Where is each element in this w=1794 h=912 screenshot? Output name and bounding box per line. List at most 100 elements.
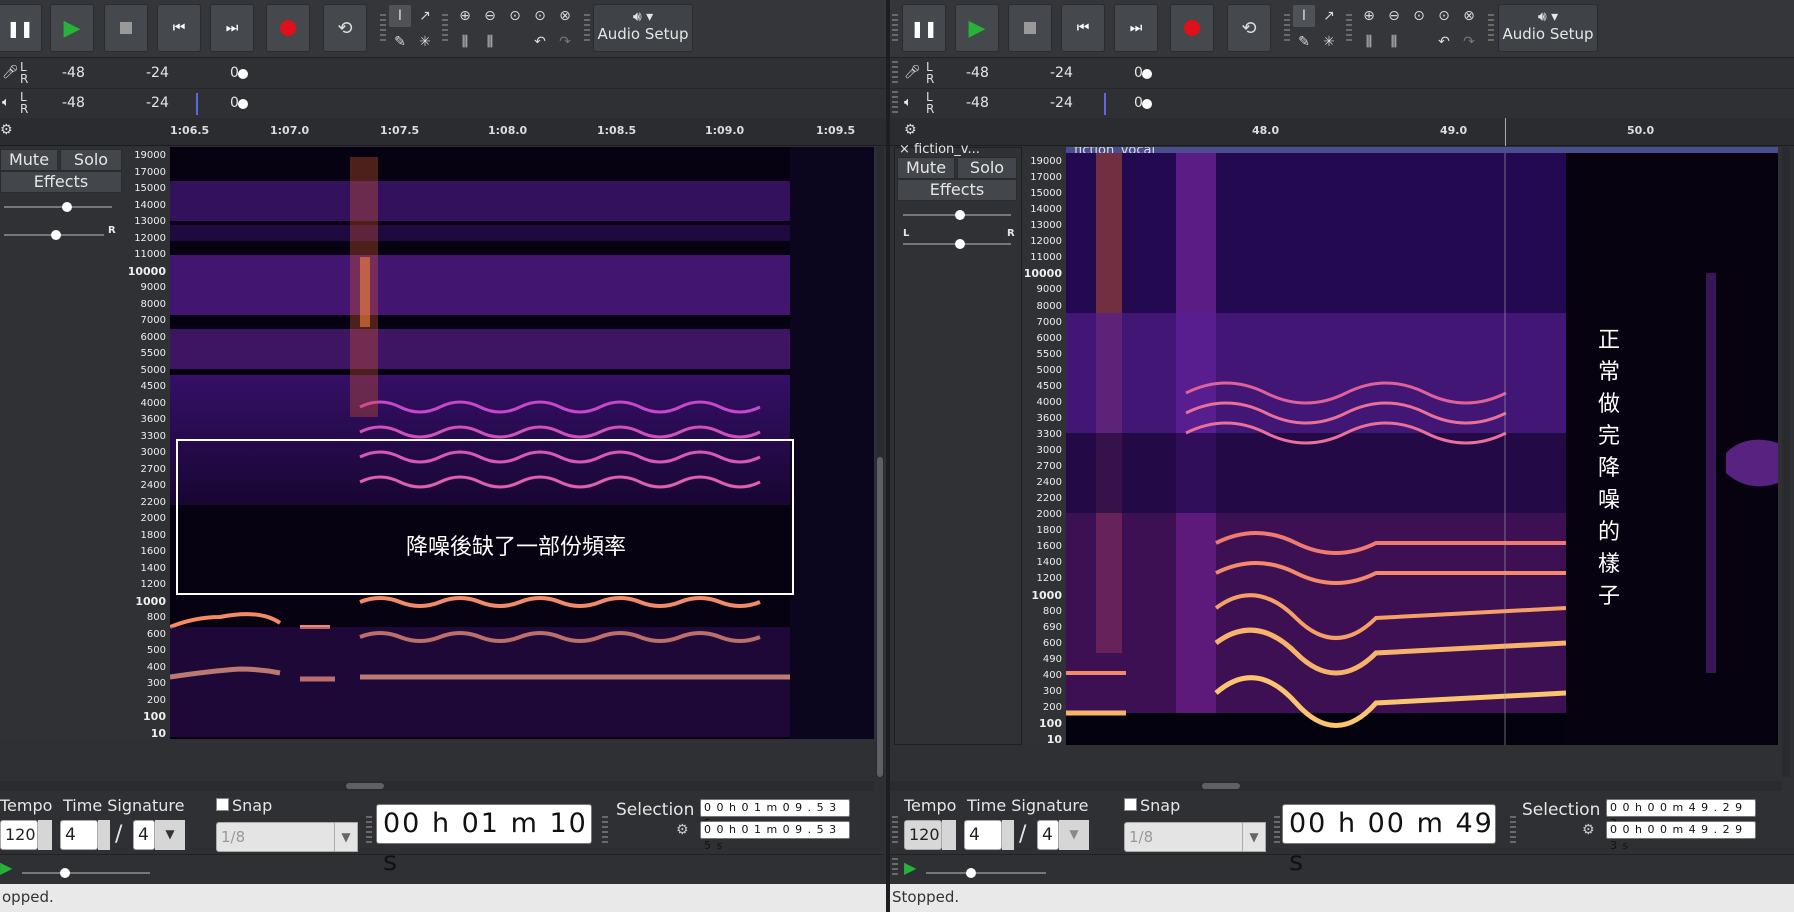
snap-select[interactable]: 1/8: [1124, 822, 1244, 852]
audio-setup-button[interactable]: 🔊︎ ▾ Audio Setup: [593, 4, 693, 52]
vertical-scrollbar[interactable]: [876, 147, 884, 777]
gear-icon[interactable]: ⚙: [0, 122, 13, 138]
zoom-out-icon[interactable]: ⊖: [479, 5, 501, 27]
solo-button[interactable]: Solo: [957, 157, 1017, 179]
pause-button[interactable]: ❚❚: [902, 4, 946, 52]
toolbar-grip[interactable]: [892, 14, 898, 44]
gear-icon[interactable]: ⚙: [676, 822, 689, 838]
toolbar-grip[interactable]: [892, 858, 898, 878]
slider-knob[interactable]: [966, 868, 976, 878]
time-display[interactable]: 00 h 01 m 10 s: [376, 804, 592, 877]
trim-icon[interactable]: ⫼: [454, 31, 476, 53]
fit-project-icon[interactable]: ⊙: [529, 5, 551, 27]
toolbar-grip[interactable]: [892, 91, 898, 115]
time-sig-top-stepper[interactable]: [98, 820, 110, 850]
zoom-in-icon[interactable]: ⊕: [454, 5, 476, 27]
playback-meter[interactable]: 🔈︎ LR -48 -24 0: [890, 89, 1794, 119]
snap-checkbox[interactable]: [1124, 798, 1137, 811]
play-at-speed-icon[interactable]: ▶: [904, 858, 916, 877]
mute-button[interactable]: Mute: [897, 157, 955, 179]
trim-icon[interactable]: ⫼: [1358, 31, 1380, 53]
chevron-down-icon[interactable]: ▼: [334, 822, 358, 852]
zoom-in-icon[interactable]: ⊕: [1358, 5, 1380, 27]
record-button[interactable]: [1170, 4, 1214, 52]
gear-icon[interactable]: ⚙: [904, 122, 917, 138]
draw-tool-icon[interactable]: ✎: [389, 31, 411, 53]
tempo-field[interactable]: 120: [0, 820, 38, 850]
audio-setup-button[interactable]: 🔊︎ ▾ Audio Setup: [1498, 4, 1598, 52]
selection-end-field[interactable]: 0 0 h 0 1 m 0 9 . 5 3 5 s: [700, 821, 850, 852]
time-sig-top-field[interactable]: 4: [964, 820, 1002, 850]
chevron-down-icon[interactable]: ▼: [155, 820, 185, 850]
slider-knob[interactable]: [51, 230, 61, 240]
recording-meter[interactable]: 🎤︎ LR -48 -24 0: [890, 59, 1794, 89]
time-sig-bottom-field[interactable]: 4: [133, 820, 155, 850]
timeline-ruler[interactable]: ⚙ 48.0 49.0 50.0: [890, 118, 1794, 146]
slider-knob[interactable]: [62, 202, 72, 212]
redo-icon[interactable]: ↷: [554, 31, 576, 53]
draw-tool-icon[interactable]: ✎: [1293, 31, 1315, 53]
slider-knob[interactable]: [955, 239, 965, 249]
fit-selection-icon[interactable]: ⊙: [1408, 5, 1430, 27]
toolbar-grip[interactable]: [1488, 14, 1494, 44]
toolbar-grip[interactable]: [366, 816, 372, 846]
mute-button[interactable]: Mute: [0, 149, 58, 171]
toolbar-grip[interactable]: [1346, 14, 1352, 44]
close-icon[interactable]: ×: [899, 142, 910, 157]
pan-slider[interactable]: [903, 239, 1011, 249]
tempo-stepper[interactable]: [38, 820, 52, 850]
chevron-down-icon[interactable]: ▼: [1059, 820, 1089, 850]
play-at-speed-icon[interactable]: ▶: [0, 858, 12, 877]
skip-to-end-button[interactable]: ⏭: [210, 4, 254, 52]
gain-slider[interactable]: [4, 202, 112, 212]
undo-icon[interactable]: ↶: [529, 31, 551, 53]
toolbar-grip[interactable]: [1274, 816, 1280, 846]
toolbar-grip[interactable]: [1510, 816, 1516, 846]
selection-start-field[interactable]: 0 0 h 0 0 m 4 9 . 2 9 3 s: [1606, 799, 1756, 830]
toolbar-grip[interactable]: [1284, 14, 1290, 44]
undo-icon[interactable]: ↶: [1433, 31, 1455, 53]
silence-icon[interactable]: ⫼: [479, 31, 501, 53]
selection-end-field[interactable]: 0 0 h 0 0 m 4 9 . 2 9 3 s: [1606, 821, 1756, 852]
snap-select[interactable]: 1/8: [216, 822, 336, 852]
chevron-down-icon[interactable]: ▼: [1242, 822, 1266, 852]
skip-to-start-button[interactable]: ⏮: [1061, 4, 1105, 52]
record-button[interactable]: [266, 4, 310, 52]
meter-knob[interactable]: [238, 99, 248, 109]
meter-knob[interactable]: [1142, 99, 1152, 109]
play-button[interactable]: ▶: [50, 4, 94, 52]
toolbar-grip[interactable]: [892, 816, 898, 846]
timeline-ruler[interactable]: ⚙ 1:06.5 1:07.0 1:07.5 1:08.0 1:08.5 1:0…: [0, 118, 886, 146]
selection-tool-icon[interactable]: I: [1293, 5, 1315, 27]
time-sig-bottom-field[interactable]: 4: [1037, 820, 1059, 850]
effects-button[interactable]: Effects: [897, 179, 1017, 201]
effects-button[interactable]: Effects: [0, 171, 122, 193]
pause-button[interactable]: ❚❚: [0, 4, 42, 52]
play-speed-slider[interactable]: [22, 868, 150, 878]
tempo-stepper[interactable]: [942, 820, 956, 850]
multi-tool-icon[interactable]: ✳: [1318, 31, 1340, 53]
zoom-out-icon[interactable]: ⊖: [1383, 5, 1405, 27]
meter-knob[interactable]: [238, 69, 248, 79]
spectrogram-right[interactable]: fiction_vocal 正常做完降噪的樣子: [1066, 147, 1778, 745]
horizontal-scrollbar[interactable]: [0, 781, 874, 791]
time-sig-top-field[interactable]: 4: [60, 820, 98, 850]
envelope-tool-icon[interactable]: ↗: [414, 5, 436, 27]
skip-to-end-button[interactable]: ⏭: [1114, 4, 1158, 52]
redo-icon[interactable]: ↷: [1458, 31, 1480, 53]
toolbar-grip[interactable]: [584, 14, 590, 44]
time-sig-top-stepper[interactable]: [1002, 820, 1014, 850]
skip-to-start-button[interactable]: ⏮: [157, 4, 201, 52]
selection-start-field[interactable]: 0 0 h 0 1 m 0 9 . 5 3 5 s: [700, 799, 850, 830]
play-button[interactable]: ▶: [955, 4, 999, 52]
loop-button[interactable]: ⟲: [1227, 4, 1271, 52]
pan-slider[interactable]: [4, 230, 104, 240]
horizontal-scrollbar[interactable]: [890, 781, 1782, 791]
envelope-tool-icon[interactable]: ↗: [1318, 5, 1340, 27]
meter-knob[interactable]: [1142, 69, 1152, 79]
time-display[interactable]: 00 h 00 m 49 s: [1282, 804, 1496, 877]
loop-button[interactable]: ⟲: [323, 4, 367, 52]
vertical-scrollbar[interactable]: [1782, 147, 1790, 777]
zoom-toggle-icon[interactable]: ⊗: [1458, 5, 1480, 27]
frequency-scale[interactable]: 19000 17000 15000 14000 13000 12000 11000 10000…: [1024, 153, 1066, 745]
